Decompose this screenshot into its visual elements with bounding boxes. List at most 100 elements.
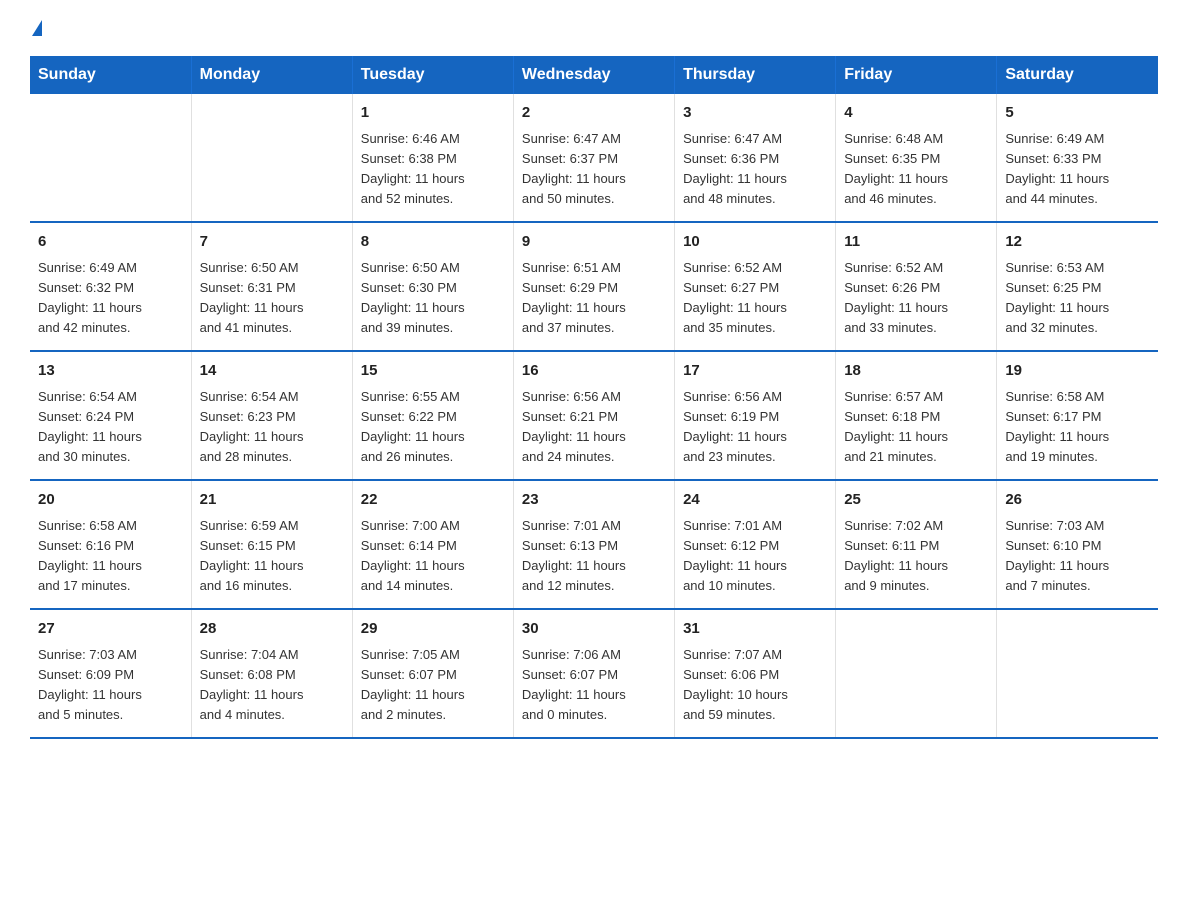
calendar-cell: 4 Sunrise: 6:48 AM Sunset: 6:35 PM Daylig…	[836, 94, 997, 222]
weekday-header-tuesday: Tuesday	[352, 56, 513, 94]
calendar-cell: 10 Sunrise: 6:52 AM Sunset: 6:27 PM Dayli…	[675, 222, 836, 351]
day-number: 6	[38, 231, 183, 254]
logo	[30, 20, 42, 36]
day-number: 1	[361, 102, 505, 125]
weekday-header-friday: Friday	[836, 56, 997, 94]
day-number: 30	[522, 618, 666, 641]
calendar-week-row: 27 Sunrise: 7:03 AM Sunset: 6:09 PM Dayli…	[30, 609, 1158, 738]
day-info: Sunrise: 7:07 AM Sunset: 6:06 PM Dayligh…	[683, 645, 827, 726]
day-number: 12	[1005, 231, 1150, 254]
day-number: 24	[683, 489, 827, 512]
day-info: Sunrise: 7:06 AM Sunset: 6:07 PM Dayligh…	[522, 645, 666, 726]
day-info: Sunrise: 7:01 AM Sunset: 6:12 PM Dayligh…	[683, 516, 827, 597]
calendar-cell: 7Sunrise: 6:50 AM Sunset: 6:31 PM Daylig…	[191, 222, 352, 351]
day-info: Sunrise: 6:57 AM Sunset: 6:18 PM Dayligh…	[844, 387, 988, 468]
calendar-cell: 20 Sunrise: 6:58 AM Sunset: 6:16 PM Dayli…	[30, 480, 191, 609]
calendar-cell: 2 Sunrise: 6:47 AM Sunset: 6:37 PM Daylig…	[513, 94, 674, 222]
day-number: 16	[522, 360, 666, 383]
day-info: Sunrise: 6:56 AM Sunset: 6:21 PM Dayligh…	[522, 387, 666, 468]
day-number: 3	[683, 102, 827, 125]
calendar-cell: 15 Sunrise: 6:55 AM Sunset: 6:22 PM Dayli…	[352, 351, 513, 480]
calendar-week-row: 1 Sunrise: 6:46 AM Sunset: 6:38 PM Daylig…	[30, 94, 1158, 222]
day-info: Sunrise: 7:03 AM Sunset: 6:09 PM Dayligh…	[38, 645, 183, 726]
calendar-cell	[30, 94, 191, 222]
calendar-cell: 3 Sunrise: 6:47 AM Sunset: 6:36 PM Daylig…	[675, 94, 836, 222]
day-number: 20	[38, 489, 183, 512]
day-info: Sunrise: 7:05 AM Sunset: 6:07 PM Dayligh…	[361, 645, 505, 726]
calendar-cell: 18 Sunrise: 6:57 AM Sunset: 6:18 PM Dayli…	[836, 351, 997, 480]
calendar-cell: 30 Sunrise: 7:06 AM Sunset: 6:07 PM Dayli…	[513, 609, 674, 738]
calendar-cell: 8 Sunrise: 6:50 AM Sunset: 6:30 PM Daylig…	[352, 222, 513, 351]
day-info: Sunrise: 6:48 AM Sunset: 6:35 PM Dayligh…	[844, 129, 988, 210]
day-number: 14	[200, 360, 344, 383]
calendar-cell: 5Sunrise: 6:49 AM Sunset: 6:33 PM Daylig…	[997, 94, 1158, 222]
day-info: Sunrise: 6:53 AM Sunset: 6:25 PM Dayligh…	[1005, 258, 1150, 339]
day-info: Sunrise: 6:52 AM Sunset: 6:27 PM Dayligh…	[683, 258, 827, 339]
calendar-cell: 28Sunrise: 7:04 AM Sunset: 6:08 PM Dayli…	[191, 609, 352, 738]
page-header	[30, 20, 1158, 36]
calendar-cell	[997, 609, 1158, 738]
calendar-cell: 17 Sunrise: 6:56 AM Sunset: 6:19 PM Dayli…	[675, 351, 836, 480]
calendar-cell: 19Sunrise: 6:58 AM Sunset: 6:17 PM Dayli…	[997, 351, 1158, 480]
day-info: Sunrise: 6:47 AM Sunset: 6:36 PM Dayligh…	[683, 129, 827, 210]
day-number: 21	[200, 489, 344, 512]
day-info: Sunrise: 6:50 AM Sunset: 6:31 PM Dayligh…	[200, 258, 344, 339]
weekday-header-thursday: Thursday	[675, 56, 836, 94]
day-number: 27	[38, 618, 183, 641]
day-info: Sunrise: 6:49 AM Sunset: 6:33 PM Dayligh…	[1005, 129, 1150, 210]
calendar-cell	[836, 609, 997, 738]
day-number: 4	[844, 102, 988, 125]
day-number: 9	[522, 231, 666, 254]
calendar-cell: 24 Sunrise: 7:01 AM Sunset: 6:12 PM Dayli…	[675, 480, 836, 609]
day-number: 23	[522, 489, 666, 512]
calendar-cell: 31Sunrise: 7:07 AM Sunset: 6:06 PM Dayli…	[675, 609, 836, 738]
day-number: 2	[522, 102, 666, 125]
calendar-cell: 29Sunrise: 7:05 AM Sunset: 6:07 PM Dayli…	[352, 609, 513, 738]
calendar-cell: 14 Sunrise: 6:54 AM Sunset: 6:23 PM Dayli…	[191, 351, 352, 480]
calendar-cell: 26Sunrise: 7:03 AM Sunset: 6:10 PM Dayli…	[997, 480, 1158, 609]
calendar-cell: 9 Sunrise: 6:51 AM Sunset: 6:29 PM Daylig…	[513, 222, 674, 351]
calendar-cell: 6Sunrise: 6:49 AM Sunset: 6:32 PM Daylig…	[30, 222, 191, 351]
weekday-header-row: SundayMondayTuesdayWednesdayThursdayFrid…	[30, 56, 1158, 94]
calendar-cell: 21 Sunrise: 6:59 AM Sunset: 6:15 PM Dayli…	[191, 480, 352, 609]
day-info: Sunrise: 6:54 AM Sunset: 6:24 PM Dayligh…	[38, 387, 183, 468]
day-info: Sunrise: 7:03 AM Sunset: 6:10 PM Dayligh…	[1005, 516, 1150, 597]
calendar-cell: 13 Sunrise: 6:54 AM Sunset: 6:24 PM Dayli…	[30, 351, 191, 480]
day-info: Sunrise: 6:56 AM Sunset: 6:19 PM Dayligh…	[683, 387, 827, 468]
day-info: Sunrise: 6:54 AM Sunset: 6:23 PM Dayligh…	[200, 387, 344, 468]
day-info: Sunrise: 6:46 AM Sunset: 6:38 PM Dayligh…	[361, 129, 505, 210]
calendar-week-row: 13 Sunrise: 6:54 AM Sunset: 6:24 PM Dayli…	[30, 351, 1158, 480]
day-number: 8	[361, 231, 505, 254]
calendar-cell: 1 Sunrise: 6:46 AM Sunset: 6:38 PM Daylig…	[352, 94, 513, 222]
day-info: Sunrise: 6:58 AM Sunset: 6:16 PM Dayligh…	[38, 516, 183, 597]
calendar-week-row: 20 Sunrise: 6:58 AM Sunset: 6:16 PM Dayli…	[30, 480, 1158, 609]
day-number: 15	[361, 360, 505, 383]
weekday-header-monday: Monday	[191, 56, 352, 94]
calendar-week-row: 6Sunrise: 6:49 AM Sunset: 6:32 PM Daylig…	[30, 222, 1158, 351]
day-number: 18	[844, 360, 988, 383]
day-info: Sunrise: 6:50 AM Sunset: 6:30 PM Dayligh…	[361, 258, 505, 339]
calendar-cell	[191, 94, 352, 222]
day-number: 13	[38, 360, 183, 383]
day-info: Sunrise: 7:01 AM Sunset: 6:13 PM Dayligh…	[522, 516, 666, 597]
day-number: 17	[683, 360, 827, 383]
weekday-header-sunday: Sunday	[30, 56, 191, 94]
calendar-cell: 27 Sunrise: 7:03 AM Sunset: 6:09 PM Dayli…	[30, 609, 191, 738]
day-info: Sunrise: 6:59 AM Sunset: 6:15 PM Dayligh…	[200, 516, 344, 597]
day-number: 22	[361, 489, 505, 512]
day-number: 28	[200, 618, 344, 641]
weekday-header-saturday: Saturday	[997, 56, 1158, 94]
day-info: Sunrise: 6:58 AM Sunset: 6:17 PM Dayligh…	[1005, 387, 1150, 468]
day-number: 25	[844, 489, 988, 512]
calendar-cell: 25Sunrise: 7:02 AM Sunset: 6:11 PM Dayli…	[836, 480, 997, 609]
day-number: 10	[683, 231, 827, 254]
day-info: Sunrise: 6:52 AM Sunset: 6:26 PM Dayligh…	[844, 258, 988, 339]
day-info: Sunrise: 6:51 AM Sunset: 6:29 PM Dayligh…	[522, 258, 666, 339]
calendar-cell: 23 Sunrise: 7:01 AM Sunset: 6:13 PM Dayli…	[513, 480, 674, 609]
weekday-header-wednesday: Wednesday	[513, 56, 674, 94]
logo-triangle-icon	[32, 20, 42, 36]
calendar-cell: 22Sunrise: 7:00 AM Sunset: 6:14 PM Dayli…	[352, 480, 513, 609]
day-info: Sunrise: 6:55 AM Sunset: 6:22 PM Dayligh…	[361, 387, 505, 468]
day-info: Sunrise: 6:47 AM Sunset: 6:37 PM Dayligh…	[522, 129, 666, 210]
calendar-table: SundayMondayTuesdayWednesdayThursdayFrid…	[30, 56, 1158, 739]
